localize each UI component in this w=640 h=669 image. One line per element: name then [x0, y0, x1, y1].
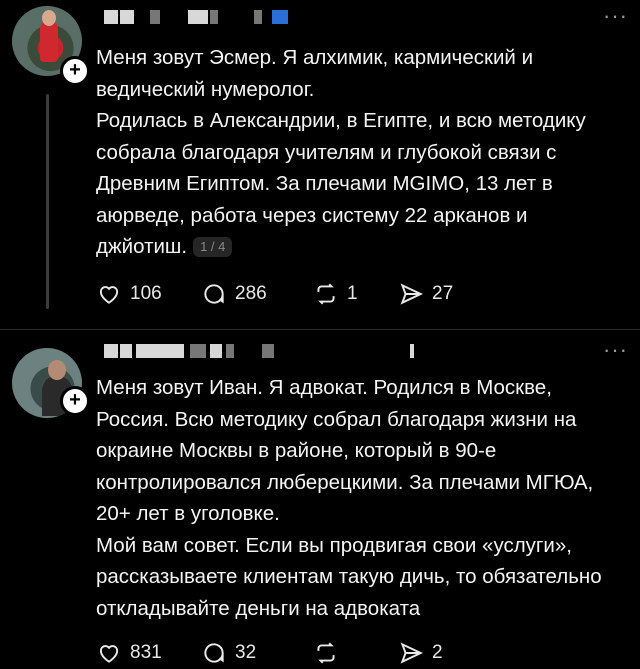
post-actions: 831 32 2 — [96, 638, 443, 668]
text-line: Древним Египтом. За плечами MGIMO, 13 ле… — [96, 172, 553, 195]
redaction-block — [104, 10, 118, 24]
post-text: Меня зовут Эсмер. Я алхимик, кармический… — [96, 42, 640, 263]
thread-line — [46, 94, 49, 309]
redaction-block — [254, 10, 262, 24]
redaction-block — [120, 10, 134, 24]
redaction-block — [226, 344, 234, 358]
text-line: Меня зовут Эсмер. Я алхимик, кармический… — [96, 46, 534, 69]
text-line: 20+ лет в уголовке. — [96, 502, 280, 525]
like-count: 106 — [130, 283, 162, 304]
text-line: аюрведе, работа через систему 22 арканов… — [96, 203, 528, 227]
text-line: Россия. Всю методику собрал благодаря жи… — [96, 407, 577, 431]
redaction-block — [188, 10, 208, 24]
share-button[interactable]: 2 — [398, 640, 443, 666]
text-line: ведический нумеролог. — [96, 77, 315, 101]
like-count: 831 — [130, 642, 162, 663]
text-line: Родилась в Александрии, в Египте, и всю … — [96, 109, 586, 132]
follow-plus-icon[interactable]: + — [60, 386, 90, 416]
repost-button[interactable]: 1 — [313, 281, 398, 307]
redaction-block — [136, 344, 184, 358]
redaction-block — [104, 344, 118, 358]
comment-count: 286 — [235, 283, 267, 304]
avatar-head — [48, 360, 66, 380]
redaction-block — [262, 344, 274, 358]
redaction-block — [410, 344, 414, 358]
text-line: собрала благодаря учителям и глубокой св… — [96, 140, 557, 164]
like-button[interactable]: 831 — [96, 640, 201, 666]
redaction-block — [120, 344, 132, 358]
post-divider — [0, 329, 640, 330]
share-icon — [400, 283, 424, 305]
text-line: джйотиш. 1 / 4 — [96, 231, 640, 263]
heart-icon — [99, 286, 119, 304]
redaction-block — [210, 344, 222, 358]
page-indicator: 1 / 4 — [193, 237, 233, 257]
repost-button[interactable] — [313, 640, 398, 666]
text-line: рассказываете клиентам такую дичь, то об… — [96, 565, 602, 588]
repost-icon — [317, 283, 335, 305]
post-actions: 106 286 1 27 — [96, 279, 453, 309]
text-line: Меня зовут Иван. Я адвокат. Родился в Мо… — [96, 376, 552, 399]
avatar-head — [42, 10, 56, 26]
redaction-block — [190, 344, 206, 358]
repost-count: 1 — [347, 283, 358, 304]
share-count: 2 — [432, 642, 443, 663]
text-line: Мой вам совет. Если вы продвигая свои «у… — [96, 533, 572, 557]
text-line: контролировался люберецкими. За плечами … — [96, 470, 594, 494]
comment-count: 32 — [235, 642, 257, 663]
post-esmer: + ··· Меня зовут Эсмер. Я алхимик, карми… — [0, 0, 640, 328]
post-ivan: + ··· Меня зовут Иван. Я адвокат. Родилс… — [0, 336, 640, 669]
share-button[interactable]: 27 — [398, 281, 453, 307]
text-line: откладывайте деньги на адвоката — [96, 596, 421, 620]
more-icon[interactable]: ··· — [603, 5, 628, 27]
repost-icon — [317, 642, 335, 664]
heart-icon — [99, 645, 119, 663]
like-button[interactable]: 106 — [96, 281, 201, 307]
share-icon — [400, 642, 424, 664]
redaction-block — [210, 10, 218, 24]
avatar-figure — [40, 20, 58, 62]
comment-button[interactable]: 32 — [201, 640, 313, 666]
follow-plus-icon[interactable]: + — [60, 56, 90, 86]
post-text: Меня зовут Иван. Я адвокат. Родился в Мо… — [96, 372, 640, 624]
comment-button[interactable]: 286 — [201, 281, 313, 307]
share-count: 27 — [432, 283, 454, 304]
verified-badge-redaction — [272, 10, 288, 24]
text-line-last: джйотиш. — [96, 235, 188, 258]
text-line: окраине Москвы в районе, который в 90-е — [96, 439, 497, 462]
more-icon[interactable]: ··· — [603, 339, 628, 361]
comment-icon — [204, 643, 224, 663]
comment-icon — [204, 284, 224, 304]
redaction-block — [150, 10, 160, 24]
